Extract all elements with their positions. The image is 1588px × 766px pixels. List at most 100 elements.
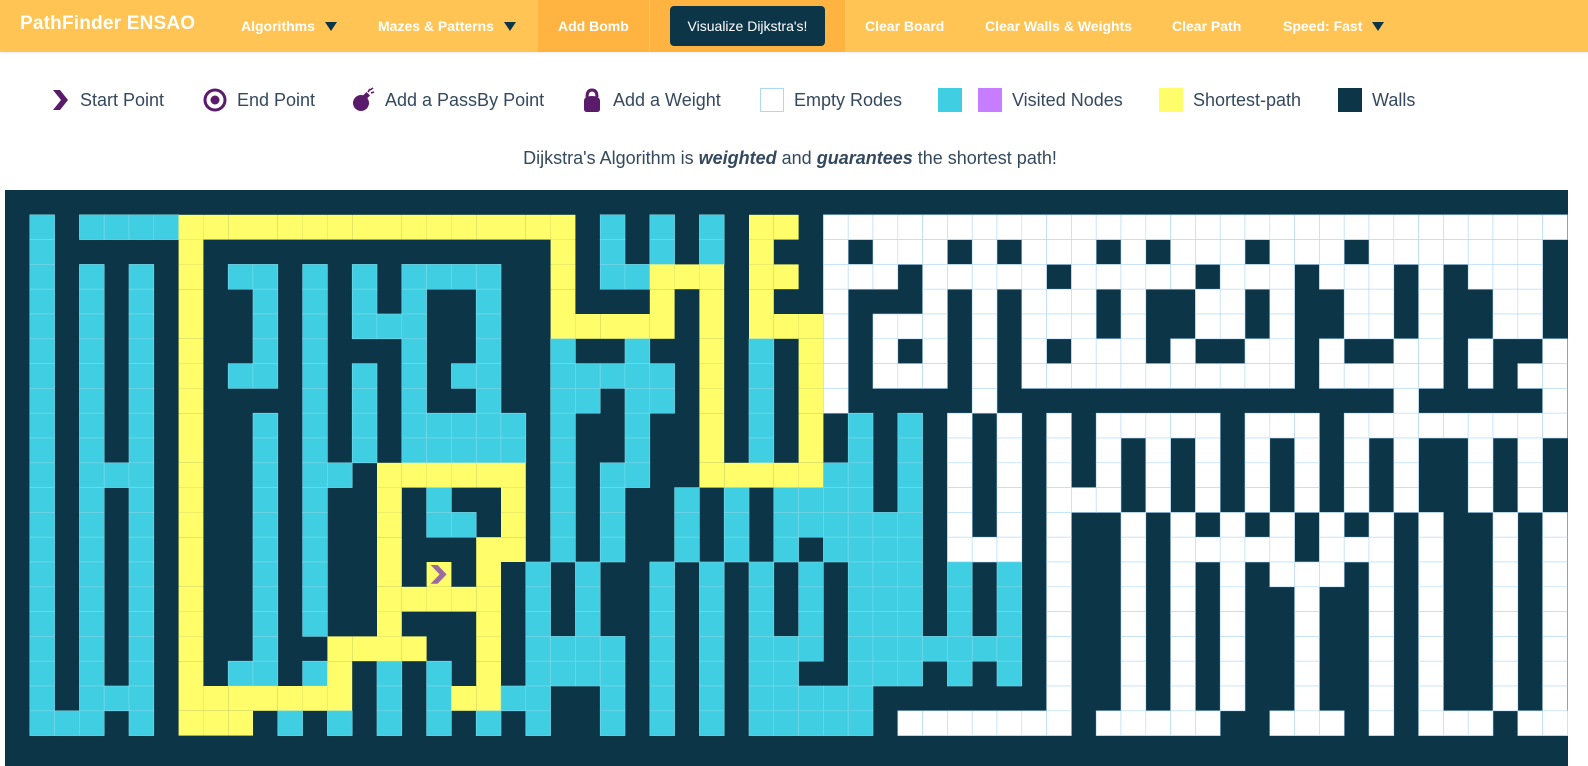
path-cell[interactable] [451,462,477,488]
empty-cell[interactable] [1095,214,1122,240]
empty-cell[interactable] [1021,264,1047,290]
path-cell[interactable] [501,214,526,240]
empty-cell[interactable] [1517,288,1543,315]
empty-cell[interactable] [947,710,973,736]
visited-cell[interactable] [128,214,155,240]
empty-cell[interactable] [1021,363,1047,389]
visited-cell[interactable] [550,636,576,662]
visited-cell[interactable] [327,710,353,736]
visited-cell[interactable] [227,264,254,290]
empty-cell[interactable] [823,388,849,414]
visited-cell[interactable] [475,313,502,340]
empty-cell[interactable] [1046,313,1072,340]
empty-cell[interactable] [1170,636,1196,662]
path-cell[interactable] [377,586,402,612]
visited-cell[interactable] [947,660,973,687]
visited-cell[interactable] [475,288,502,315]
visited-cell[interactable] [302,611,328,637]
path-cell[interactable] [749,214,774,240]
path-cell[interactable] [327,661,353,686]
empty-cell[interactable] [847,214,874,240]
empty-cell[interactable] [1195,239,1221,265]
empty-cell[interactable] [1170,660,1196,687]
path-cell[interactable] [352,636,377,662]
clear-walls-weights-button[interactable]: Clear Walls & Weights [985,0,1132,52]
empty-cell[interactable] [922,710,948,736]
empty-cell[interactable] [922,214,948,240]
path-cell[interactable] [476,214,501,240]
empty-cell[interactable] [1244,363,1271,389]
visited-cell[interactable] [996,636,1023,662]
path-cell[interactable] [451,214,477,240]
visited-cell[interactable] [773,660,799,687]
empty-cell[interactable] [1393,239,1419,265]
visited-cell[interactable] [426,710,452,736]
path-cell[interactable] [228,710,253,736]
visited-cell[interactable] [748,636,775,662]
visited-cell[interactable] [252,437,279,464]
empty-cell[interactable] [1071,264,1097,290]
empty-cell[interactable] [1319,512,1345,538]
empty-cell[interactable] [1467,214,1494,240]
empty-cell[interactable] [1120,586,1147,612]
visited-cell[interactable] [847,512,874,538]
visited-cell[interactable] [451,363,477,389]
visited-cell[interactable] [575,611,601,637]
empty-cell[interactable] [1021,239,1047,265]
visited-cell[interactable] [897,636,923,662]
visited-cell[interactable] [128,437,155,464]
empty-cell[interactable] [1244,536,1271,563]
empty-cell[interactable] [1294,660,1320,687]
empty-cell[interactable] [1269,264,1295,290]
empty-cell[interactable] [1467,363,1494,389]
visited-cell[interactable] [847,636,874,662]
clear-path-button[interactable]: Clear Path [1172,0,1241,52]
visited-cell[interactable] [128,512,155,538]
visited-cell[interactable] [426,264,452,290]
empty-cell[interactable] [1046,536,1072,563]
empty-cell[interactable] [823,338,849,364]
empty-cell[interactable] [1443,239,1469,265]
empty-cell[interactable] [1467,264,1494,290]
empty-cell[interactable] [1195,536,1221,563]
empty-cell[interactable] [1219,239,1246,265]
visited-cell[interactable] [847,487,874,513]
visited-cell[interactable] [599,685,626,712]
empty-cell[interactable] [1467,710,1494,736]
visited-cell[interactable] [79,388,105,414]
path-cell[interactable] [773,462,799,488]
empty-cell[interactable] [823,264,849,290]
visited-cell[interactable] [649,660,675,687]
visited-cell[interactable] [128,462,155,488]
visited-cell[interactable] [252,412,279,439]
path-cell[interactable] [277,686,303,711]
visited-cell[interactable] [252,512,279,538]
visited-cell[interactable] [302,264,328,290]
empty-cell[interactable] [1071,313,1097,340]
path-cell[interactable] [302,214,328,240]
empty-cell[interactable] [1319,214,1345,240]
path-cell[interactable] [178,239,204,265]
empty-cell[interactable] [1145,264,1171,290]
empty-cell[interactable] [1145,437,1171,464]
visited-cell[interactable] [128,313,155,340]
empty-cell[interactable] [971,239,998,265]
visited-cell[interactable] [847,685,874,712]
empty-cell[interactable] [1418,239,1444,265]
visited-cell[interactable] [29,313,55,340]
visited-cell[interactable] [649,636,675,662]
empty-cell[interactable] [1046,586,1072,612]
empty-cell[interactable] [1046,611,1072,637]
visited-cell[interactable] [847,660,874,687]
visited-cell[interactable] [79,710,105,736]
path-cell[interactable] [178,289,204,314]
empty-cell[interactable] [1542,561,1568,588]
empty-cell[interactable] [1492,636,1519,662]
visited-cell[interactable] [798,512,824,538]
visited-cell[interactable] [599,536,626,563]
visited-cell[interactable] [575,388,601,414]
visited-cell[interactable] [649,710,675,736]
empty-cell[interactable] [1269,561,1295,588]
path-cell[interactable] [798,314,824,339]
path-cell[interactable] [253,686,278,711]
